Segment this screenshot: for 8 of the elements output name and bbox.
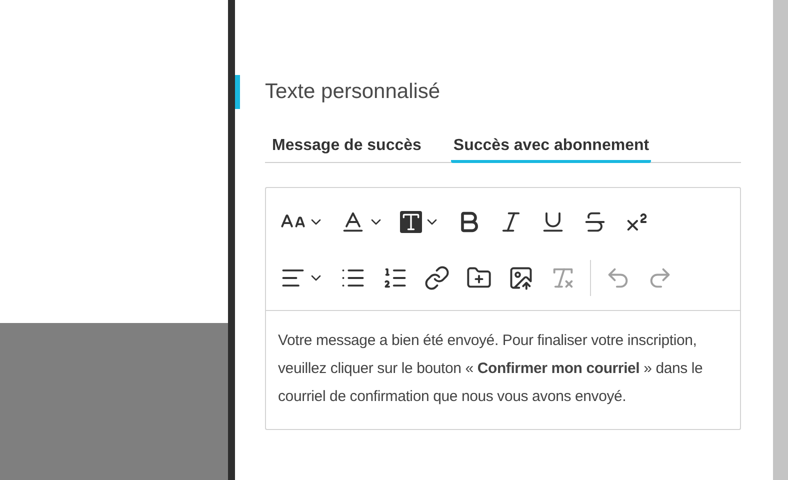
message-text[interactable]: Votre message a bien été envoyé. Pour finaliser votre inscription, veuillez cliquer sur le bouton « Confirmer mon courriel » dans le courriel de confirmation que nous vous avons envoyé.: [266, 311, 740, 429]
tab[interactable]: Succès avec abonnement: [451, 133, 652, 163]
highlight-icon: [400, 211, 422, 233]
link-icon: [424, 265, 450, 291]
scrollbar[interactable]: [773, 0, 788, 480]
section-title: Texte personnalisé: [265, 80, 440, 104]
tab[interactable]: Message de succès: [270, 133, 424, 163]
image-upload-icon: [508, 265, 534, 291]
